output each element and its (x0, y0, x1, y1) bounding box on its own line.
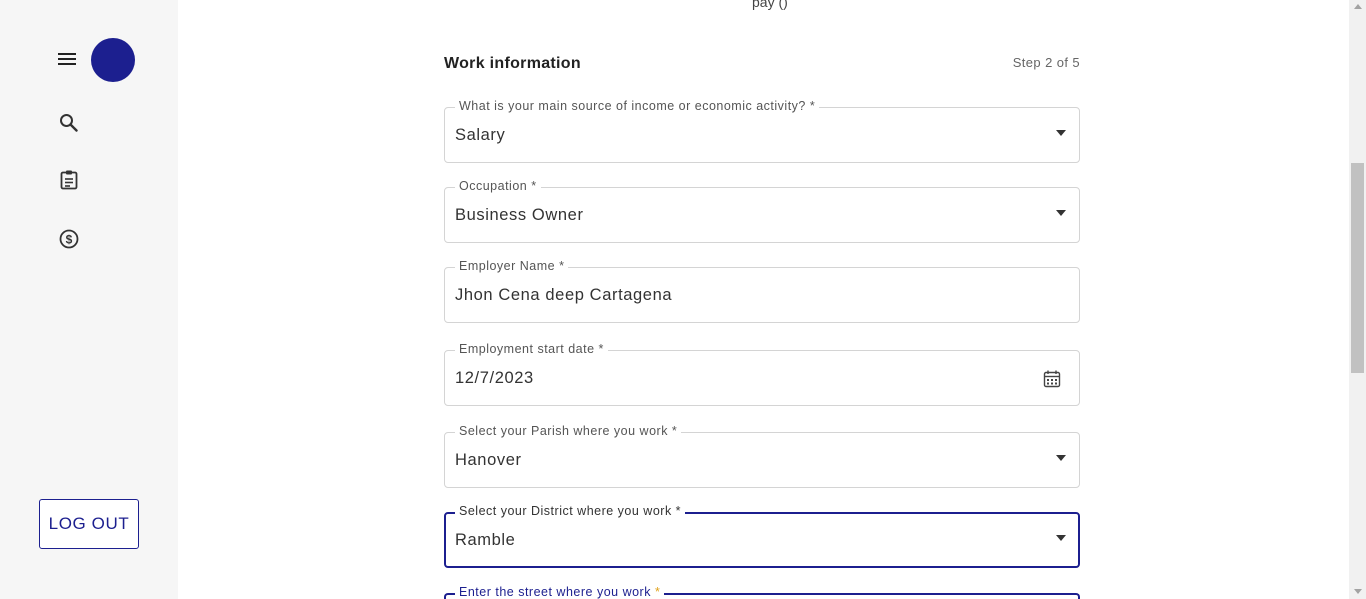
calendar-icon[interactable] (1043, 370, 1061, 388)
step-indicator: Step 2 of 5 (1012, 55, 1080, 70)
employment-start-date-field[interactable]: Employment start date * 12/7/2023 (444, 342, 1080, 406)
scrollbar[interactable] (1349, 0, 1366, 599)
employment-start-date-value: 12/7/2023 (455, 369, 534, 387)
sidebar: $ LOG OUT (0, 0, 178, 599)
scroll-down-arrow-icon[interactable] (1354, 589, 1362, 594)
section-title: Work information (444, 55, 581, 72)
required-mark: * (654, 585, 661, 599)
occupation-value: Business Owner (455, 206, 584, 224)
avatar[interactable] (91, 38, 135, 82)
search-icon[interactable] (58, 112, 80, 134)
clipboard-icon[interactable] (58, 169, 80, 191)
income-source-value: Salary (455, 126, 506, 144)
dollar-circle-icon[interactable]: $ (58, 228, 80, 250)
district-select[interactable]: Select your District where you work * Ra… (444, 504, 1080, 568)
chevron-down-icon[interactable] (1056, 535, 1066, 541)
employer-name-label: Employer Name * (455, 259, 569, 273)
cut-off-text: pay () (752, 0, 788, 10)
chevron-down-icon[interactable] (1056, 455, 1066, 461)
logout-button[interactable]: LOG OUT (39, 499, 139, 549)
svg-text:$: $ (66, 233, 73, 247)
scrollbar-thumb[interactable] (1351, 163, 1364, 373)
district-label: Select your District where you work * (455, 504, 686, 518)
occupation-select[interactable]: Occupation * Business Owner (444, 179, 1080, 243)
district-value: Ramble (455, 531, 516, 549)
menu-icon[interactable] (57, 50, 77, 68)
scroll-up-arrow-icon[interactable] (1354, 4, 1362, 9)
employment-start-date-label: Employment start date * (455, 342, 608, 356)
parish-select[interactable]: Select your Parish where you work * Hano… (444, 424, 1080, 488)
income-source-label: What is your main source of income or ec… (455, 99, 820, 113)
employer-name-value: Jhon Cena deep Cartagena (455, 286, 673, 304)
employer-name-field[interactable]: Employer Name * Jhon Cena deep Cartagena (444, 259, 1080, 323)
chevron-down-icon[interactable] (1056, 210, 1066, 216)
chevron-down-icon[interactable] (1056, 130, 1066, 136)
parish-label: Select your Parish where you work * (455, 424, 682, 438)
occupation-label: Occupation * (455, 179, 541, 193)
street-field[interactable]: Enter the street where you work * (444, 585, 1080, 599)
street-label: Enter the street where you work * (455, 585, 665, 599)
parish-value: Hanover (455, 451, 522, 469)
income-source-select[interactable]: What is your main source of income or ec… (444, 99, 1080, 163)
